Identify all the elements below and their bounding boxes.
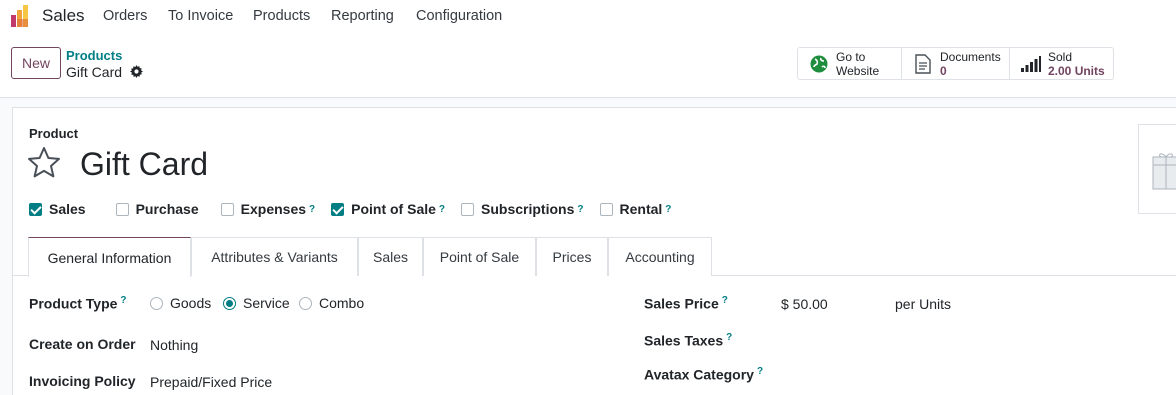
new-button[interactable]: New — [11, 47, 61, 79]
checkbox-subscriptions-box[interactable] — [461, 202, 475, 216]
top-navbar: Sales Orders To Invoice Products Reporti… — [0, 0, 1176, 34]
radio-service-dot[interactable] — [223, 296, 236, 310]
tab-attributes-variants[interactable]: Attributes & Variants — [191, 237, 358, 276]
document-icon — [912, 53, 934, 74]
sales-price-unit: per Units — [895, 296, 952, 312]
radio-combo[interactable]: Combo — [299, 295, 364, 311]
product-image[interactable] — [1138, 124, 1176, 214]
sold-label: Sold — [1048, 49, 1073, 64]
help-icon[interactable]: ? — [722, 295, 728, 306]
create-on-order-field[interactable]: Nothing — [150, 337, 198, 353]
checkbox-sales-label: Sales — [49, 201, 86, 217]
radio-goods-label: Goods — [170, 295, 212, 311]
checkbox-point-of-sale[interactable]: Point of Sale? — [331, 201, 445, 217]
documents-label: Documents — [940, 49, 1001, 64]
signal-chart-icon — [1020, 54, 1042, 74]
checkbox-expenses[interactable]: Expenses? — [220, 201, 315, 217]
breadcrumb-products[interactable]: Products — [66, 48, 122, 63]
website-line2: Website — [836, 63, 880, 78]
help-icon[interactable]: ? — [309, 204, 315, 215]
sold-button[interactable]: Sold 2.00 Units — [1010, 48, 1113, 79]
radio-goods-dot[interactable] — [150, 296, 163, 310]
tab-prices[interactable]: Prices — [536, 237, 608, 276]
gear-icon[interactable] — [130, 65, 143, 78]
sold-value: 2.00 Units — [1048, 63, 1105, 78]
checkbox-rental[interactable]: Rental? — [599, 201, 671, 217]
nav-configuration[interactable]: Configuration — [416, 8, 502, 24]
documents-button[interactable]: Documents 0 — [902, 48, 1010, 79]
tab-general-information[interactable]: General Information — [28, 237, 191, 277]
nav-reporting[interactable]: Reporting — [331, 8, 394, 24]
breadcrumb-current: Gift Card — [66, 64, 123, 80]
sales-app-icon[interactable] — [10, 5, 32, 27]
help-icon[interactable]: ? — [439, 204, 445, 215]
app-name[interactable]: Sales — [42, 6, 85, 26]
nav-products[interactable]: Products — [253, 8, 310, 24]
notebook-tabs: General Information Attributes & Variant… — [13, 237, 1176, 277]
checkbox-rental-label: Rental — [619, 201, 663, 217]
sales-price-label: Sales Price? — [644, 295, 728, 312]
checkbox-subscriptions-label: Subscriptions — [481, 201, 575, 217]
nav-orders[interactable]: Orders — [103, 8, 147, 24]
documents-count: 0 — [940, 63, 947, 78]
tab-sales[interactable]: Sales — [358, 237, 423, 276]
checkbox-purchase[interactable]: Purchase — [115, 201, 199, 217]
gift-icon — [1152, 153, 1176, 190]
radio-service-label: Service — [243, 295, 290, 311]
checkbox-purchase-label: Purchase — [135, 201, 199, 217]
checkbox-point-of-sale-box[interactable] — [331, 202, 345, 216]
star-icon[interactable] — [27, 146, 61, 180]
checkbox-rental-box[interactable] — [599, 202, 613, 216]
invoicing-policy-label: Invoicing Policy — [29, 373, 136, 389]
form-sheet: Product Gift Card Sales Purchase Expense… — [12, 107, 1176, 395]
help-icon[interactable]: ? — [577, 204, 583, 215]
tab-point-of-sale[interactable]: Point of Sale — [423, 237, 536, 276]
product-label: Product — [29, 126, 79, 141]
checkbox-point-of-sale-label: Point of Sale — [351, 201, 436, 217]
sales-taxes-label: Sales Taxes? — [644, 332, 733, 349]
checkbox-sales-box[interactable] — [29, 202, 42, 216]
help-icon[interactable]: ? — [120, 295, 126, 306]
help-icon[interactable]: ? — [726, 332, 732, 343]
help-icon[interactable]: ? — [665, 204, 671, 215]
control-panel: New Products Gift Card Go to Website Doc… — [0, 34, 1176, 98]
checkbox-expenses-label: Expenses — [240, 201, 307, 217]
help-icon[interactable]: ? — [757, 366, 763, 377]
create-on-order-label: Create on Order — [29, 336, 136, 352]
checkbox-purchase-box[interactable] — [115, 202, 129, 216]
radio-goods[interactable]: Goods — [150, 295, 211, 311]
sales-price-field[interactable]: $ 50.00 — [781, 296, 828, 312]
radio-combo-dot[interactable] — [299, 296, 312, 310]
go-to-website-button[interactable]: Go to Website — [798, 48, 902, 79]
radio-combo-label: Combo — [319, 295, 365, 311]
product-options: Sales Purchase Expenses? Point of Sale? … — [29, 201, 687, 217]
product-name-field[interactable]: Gift Card — [80, 146, 208, 183]
avatax-category-label: Avatax Category? — [644, 366, 764, 383]
checkbox-subscriptions[interactable]: Subscriptions? — [461, 201, 584, 217]
globe-icon — [808, 54, 830, 74]
invoicing-policy-field[interactable]: Prepaid/Fixed Price — [150, 374, 272, 390]
product-type-label: Product Type? — [29, 295, 127, 312]
stat-buttons: Go to Website Documents 0 Sold 2.00 Unit… — [797, 47, 1114, 80]
tab-accounting[interactable]: Accounting — [608, 237, 712, 276]
checkbox-expenses-box[interactable] — [220, 202, 234, 216]
nav-to-invoice[interactable]: To Invoice — [168, 8, 233, 24]
checkbox-sales[interactable]: Sales — [29, 201, 86, 217]
radio-service[interactable]: Service — [223, 295, 290, 311]
website-line1: Go to — [836, 49, 866, 64]
